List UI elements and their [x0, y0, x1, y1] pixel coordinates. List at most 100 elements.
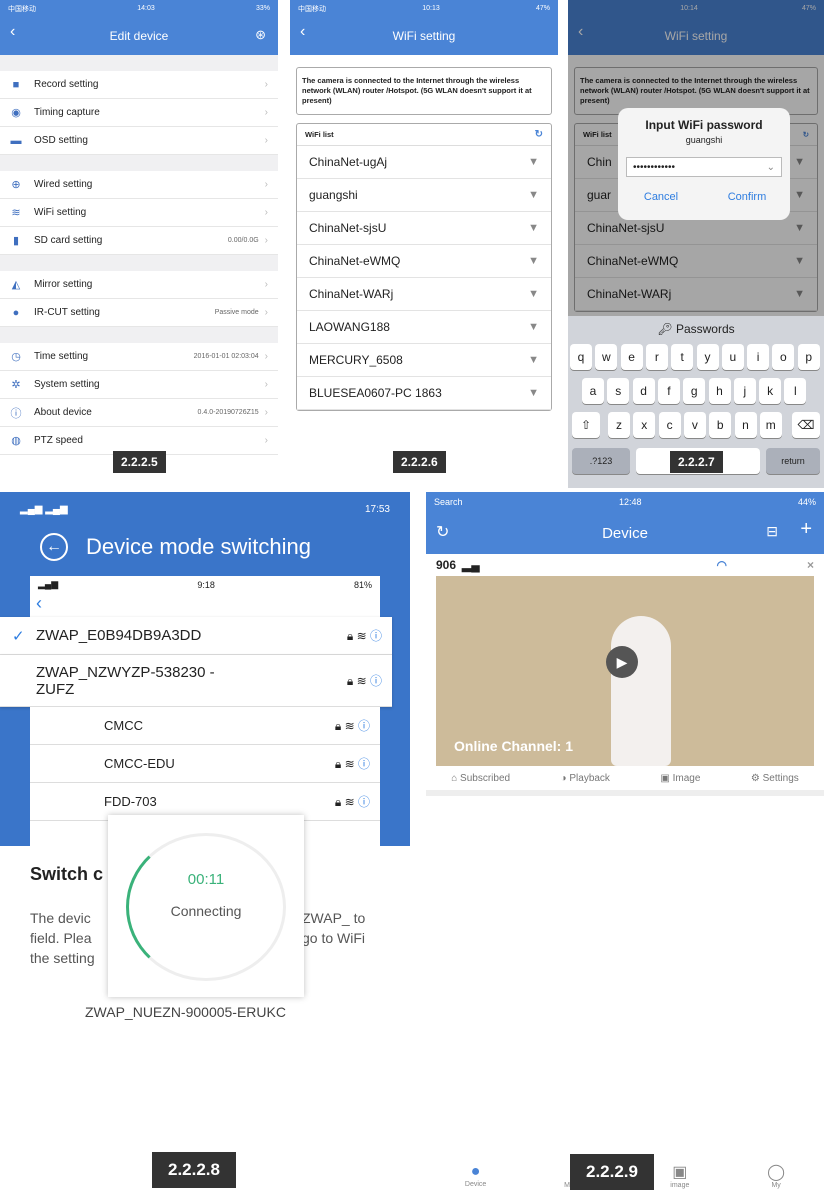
tab-playback[interactable]: ◑ Playback — [561, 773, 610, 784]
wifi-network[interactable]: ChinaNet-ugAj ▼ — [297, 146, 551, 180]
settings-row[interactable]: ⊕ Wired setting › — [0, 171, 278, 199]
info-icon[interactable]: ⓘ — [358, 719, 370, 733]
key-z[interactable]: z — [608, 412, 630, 438]
nav-my[interactable]: ◯ My — [767, 1162, 785, 1189]
key-q[interactable]: q — [570, 344, 592, 370]
passwords-label[interactable]: Passwords — [676, 322, 735, 336]
key-l[interactable]: l — [784, 378, 807, 404]
key-v[interactable]: v — [683, 412, 706, 438]
nav-image[interactable]: ▣ image — [670, 1162, 689, 1189]
settings-row[interactable]: ◭ Mirror setting › — [0, 271, 278, 299]
wifi-signal-icon: ▼ — [528, 321, 539, 334]
refresh-icon[interactable]: ↻ — [436, 522, 449, 542]
wifi-network[interactable]: LAOWANG188 ▼ — [297, 311, 551, 345]
wifi-network[interactable]: BLUESEA0607-PC 1863 ▼ — [297, 377, 551, 411]
network-ssid: CMCC-EDU — [104, 756, 175, 771]
nav-device[interactable]: ● Device — [465, 1163, 486, 1188]
tab-settings[interactable]: ⚙ Settings — [751, 773, 799, 784]
info-icon[interactable]: ⓘ — [358, 795, 370, 809]
camera-preview[interactable]: ▶ Online Channel: 1 — [436, 576, 814, 766]
numbers-key[interactable]: .?123 — [572, 448, 630, 474]
settings-row[interactable]: ▮ SD card setting 0.00/0.0G › — [0, 227, 278, 255]
settings-row[interactable]: ✲ System setting › — [0, 371, 278, 399]
settings-label: Record setting — [34, 79, 99, 90]
wifi-network[interactable]: guangshi ▼ — [297, 179, 551, 213]
wifi-network[interactable]: ChinaNet-sjsU ▼ — [297, 212, 551, 246]
key-k[interactable]: k — [759, 378, 782, 404]
info-icon[interactable]: ⓘ — [370, 674, 382, 688]
wifi-network[interactable]: MERCURY_6508 ▼ — [297, 344, 551, 378]
return-key[interactable]: return — [766, 448, 820, 474]
nav-label: image — [670, 1181, 690, 1189]
wifi-network[interactable]: ChinaNet-WARj ▼ — [297, 278, 551, 312]
settings-row[interactable]: ⓘ About device 0.4.0-20190726Z15 › — [0, 399, 278, 427]
scan-icon[interactable]: ⊟ — [766, 523, 778, 540]
key-o[interactable]: o — [772, 344, 795, 370]
key-b[interactable]: b — [709, 412, 732, 438]
wifi-list-header: WiFi list ↻ — [297, 124, 551, 147]
back-icon[interactable]: ‹ — [30, 593, 380, 614]
close-icon[interactable]: × — [807, 558, 814, 572]
refresh-icon[interactable]: ↻ — [535, 129, 543, 140]
info-icon[interactable]: ⓘ — [358, 757, 370, 771]
wifi-ssid: BLUESEA0607-PC 1863 — [309, 386, 442, 401]
key-y[interactable]: y — [696, 344, 719, 370]
wifi-icon: ≋ — [11, 207, 21, 219]
settings-row[interactable]: ● IR-CUT setting Passive mode › — [0, 299, 278, 327]
settings-row[interactable]: ▬ OSD setting › — [0, 127, 278, 155]
settings-label: System setting — [34, 379, 100, 390]
key-p[interactable]: p — [797, 344, 820, 370]
carrier: Search — [434, 497, 463, 507]
network-row[interactable]: ZWAP_NZWYZP-538230 -ZUFZ 🔒︎ ≋ ⓘ — [0, 655, 392, 707]
key-x[interactable]: x — [633, 412, 656, 438]
key-t[interactable]: t — [671, 344, 694, 370]
key-f[interactable]: f — [657, 378, 680, 404]
page-title: Device — [602, 524, 648, 542]
settings-row[interactable]: ◉ Timing capture › — [0, 99, 278, 127]
key-j[interactable]: j — [733, 378, 756, 404]
key-r[interactable]: r — [645, 344, 668, 370]
back-icon[interactable]: ‹ — [300, 23, 305, 41]
key-g[interactable]: g — [683, 378, 706, 404]
key-u[interactable]: u — [721, 344, 744, 370]
network-row[interactable]: ✓ ZWAP_E0B94DB9A3DD 🔒︎ ≋ ⓘ — [0, 617, 392, 655]
network-row[interactable]: CMCC 🔒︎ ≋ ⓘ — [30, 707, 380, 745]
key-e[interactable]: e — [620, 344, 643, 370]
settings-value: 0.4.0-20190726Z15 — [197, 409, 259, 416]
key-s[interactable]: s — [607, 378, 630, 404]
key-n[interactable]: n — [734, 412, 757, 438]
key-d[interactable]: d — [632, 378, 655, 404]
cancel-button[interactable]: Cancel — [618, 191, 704, 203]
info-icon[interactable]: ⓘ — [370, 629, 382, 643]
play-icon[interactable]: ▶ — [606, 646, 638, 678]
section-gap — [0, 255, 278, 271]
key-i[interactable]: i — [747, 344, 770, 370]
settings-row[interactable]: ≋ WiFi setting › — [0, 199, 278, 227]
key-w[interactable]: w — [595, 344, 618, 370]
shift-key[interactable]: ⇧ — [572, 412, 600, 438]
network-ssid: ZWAP_E0B94DB9A3DD — [36, 627, 202, 644]
save-icon[interactable]: ⊛ — [255, 27, 266, 43]
back-icon[interactable]: ← — [40, 533, 68, 561]
wifi-network[interactable]: ChinaNet-eWMQ ▼ — [297, 245, 551, 279]
network-row[interactable]: CMCC-EDU 🔒︎ ≋ ⓘ — [30, 745, 380, 783]
wifi-list-title: WiFi list — [305, 130, 334, 140]
delete-key[interactable]: ⌫ — [792, 412, 820, 438]
settings-row[interactable]: ■ Record setting › — [0, 71, 278, 99]
back-icon[interactable]: ‹ — [10, 23, 15, 41]
tab-subscribed[interactable]: ⌂ Subscribed — [451, 773, 510, 784]
key-a[interactable]: a — [582, 378, 604, 404]
add-icon[interactable]: + — [800, 518, 812, 541]
nav-bar: ‹ WiFi setting — [290, 17, 558, 55]
key-c[interactable]: c — [658, 412, 681, 438]
password-input[interactable]: •••••••••••• ⌄ — [626, 157, 782, 177]
settings-row[interactable]: ◷ Time setting 2016-01-01 02:03:04 › — [0, 343, 278, 371]
confirm-button[interactable]: Confirm — [704, 191, 790, 203]
image-icon: ▣ — [660, 772, 670, 784]
tab-image[interactable]: ▣ Image — [660, 773, 700, 784]
settings-list: ■ Record setting › ◉ Timing capture › ▬ OSD set… — [0, 71, 278, 455]
key-h[interactable]: h — [708, 378, 731, 404]
key-m[interactable]: m — [759, 412, 782, 438]
page-title: Device mode switching — [86, 534, 311, 559]
chevron-down-icon[interactable]: ⌄ — [767, 162, 775, 173]
